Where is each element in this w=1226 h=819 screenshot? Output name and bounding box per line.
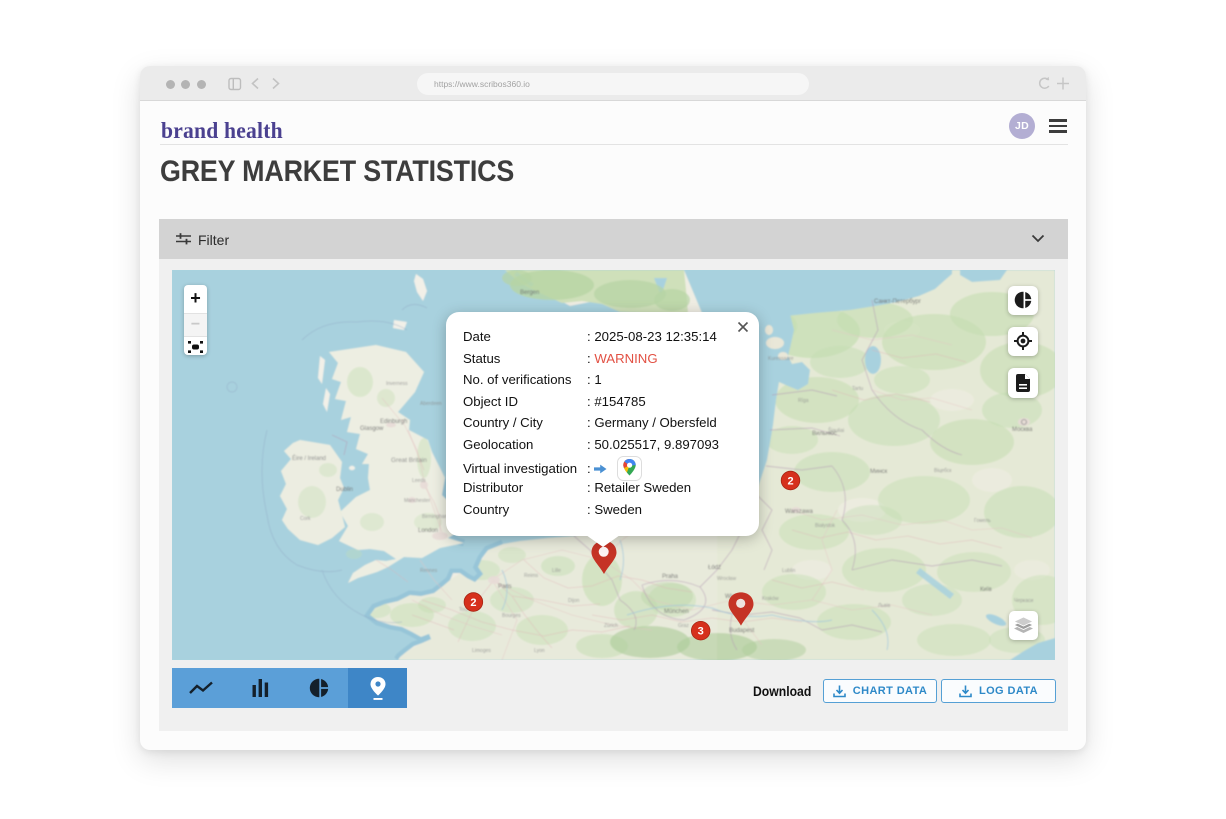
- svg-text:2: 2: [470, 597, 476, 609]
- svg-text:3: 3: [698, 626, 704, 638]
- svg-text:2: 2: [787, 476, 793, 488]
